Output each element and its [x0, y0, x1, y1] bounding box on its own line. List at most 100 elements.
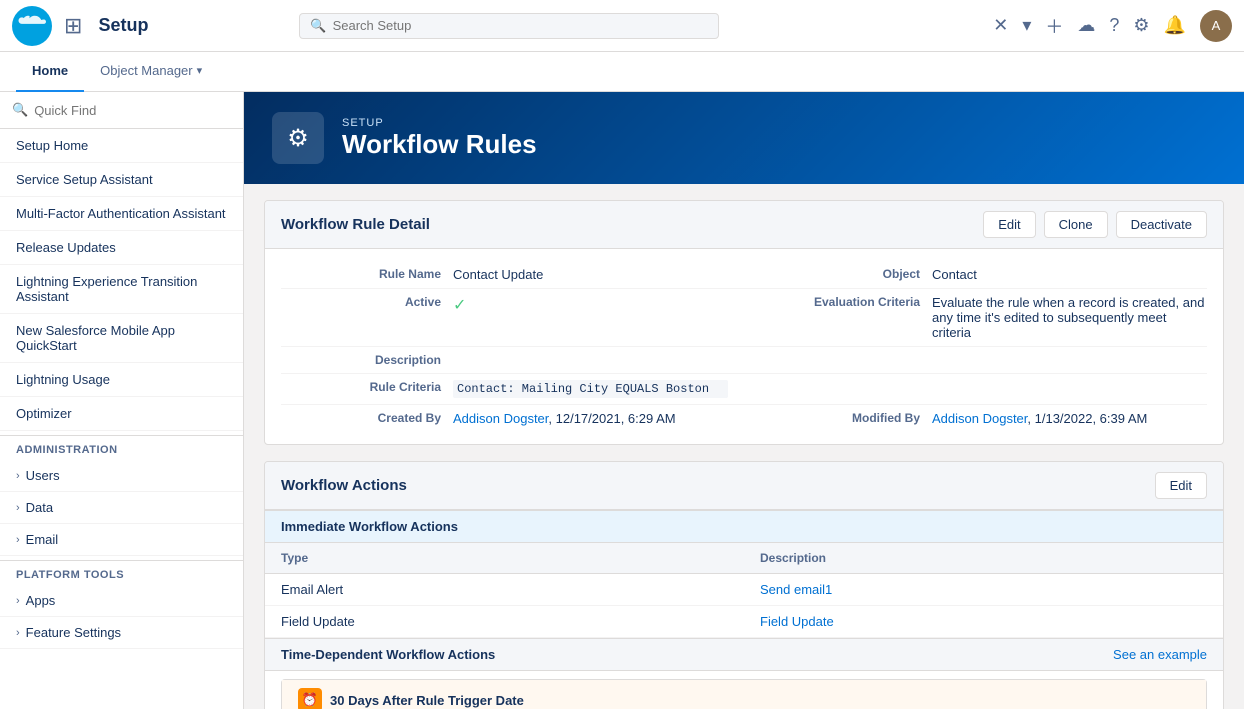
top-navigation: ⊞ Setup 🔍 ✕ ▾ ＋ ☁ ? ⚙ 🔔 A — [0, 0, 1244, 52]
card-header: Workflow Rule Detail Edit Clone Deactiva… — [265, 201, 1223, 249]
card-title: Workflow Rule Detail — [281, 216, 430, 233]
chevron-icon: › — [16, 627, 20, 639]
sidebar-item-lightning-usage[interactable]: Lightning Usage — [0, 363, 243, 397]
time-dependent-title: Time-Dependent Workflow Actions — [281, 647, 495, 662]
chevron-down-icon: ▾ — [197, 64, 203, 77]
avatar[interactable]: A — [1200, 10, 1232, 42]
setup-label: SETUP — [342, 117, 537, 129]
search-icon: 🔍 — [310, 18, 326, 34]
time-dependent-header: Time-Dependent Workflow Actions See an e… — [265, 638, 1223, 671]
sidebar-item-data[interactable]: › Data — [0, 492, 243, 524]
table-header-row: Type Description — [265, 543, 1223, 574]
main-content: ⚙ SETUP Workflow Rules Workflow Rule Det… — [244, 92, 1244, 709]
page-header: ⚙ SETUP Workflow Rules — [244, 92, 1244, 184]
rule-name-value: Contact Update — [453, 267, 728, 282]
workflow-rule-detail-card: Workflow Rule Detail Edit Clone Deactiva… — [264, 200, 1224, 445]
sidebar-search: 🔍 — [0, 92, 243, 129]
detail-row-rule-criteria: Rule Criteria Contact: Mailing City EQUA… — [281, 374, 1207, 405]
search-input[interactable] — [333, 18, 709, 33]
chevron-icon: › — [16, 502, 20, 514]
edit-button[interactable]: Edit — [983, 211, 1035, 238]
detail-table: Rule Name Contact Update Object Contact … — [265, 249, 1223, 444]
page-title: Workflow Rules — [342, 129, 537, 160]
chevron-icon: › — [16, 470, 20, 482]
created-by-value: Addison Dogster, 12/17/2021, 6:29 AM — [453, 411, 728, 426]
page-header-text: SETUP Workflow Rules — [342, 117, 537, 160]
app-title: Setup — [98, 15, 148, 36]
tab-home[interactable]: Home — [16, 52, 84, 92]
active-value: ✓ — [453, 295, 728, 315]
sidebar-item-feature-settings[interactable]: › Feature Settings — [0, 617, 243, 649]
eval-criteria-label: Evaluation Criteria — [740, 295, 920, 309]
second-navigation: Home Object Manager ▾ — [0, 52, 1244, 92]
immediate-actions-table: Type Description Email Alert Send email1… — [265, 543, 1223, 638]
salesforce-logo — [12, 6, 52, 46]
workflow-actions-edit-button[interactable]: Edit — [1155, 472, 1207, 499]
nav-icons: ✕ ▾ ＋ ☁ ? ⚙ 🔔 A — [993, 10, 1232, 42]
add-icon[interactable]: ＋ — [1045, 13, 1063, 39]
object-value: Contact — [932, 267, 1207, 282]
tab-object-manager[interactable]: Object Manager ▾ — [84, 52, 218, 92]
deactivate-button[interactable]: Deactivate — [1116, 211, 1207, 238]
sidebar-item-users[interactable]: › Users — [0, 460, 243, 492]
clone-button[interactable]: Clone — [1044, 211, 1108, 238]
sidebar-section-administration: ADMINISTRATION — [0, 435, 243, 460]
row-description: Send email1 — [744, 574, 1223, 606]
sidebar-item-lightning-transition[interactable]: Lightning Experience Transition Assistan… — [0, 265, 243, 314]
col-type: Type — [265, 543, 744, 574]
dropdown-icon[interactable]: ▾ — [1022, 15, 1031, 36]
detail-row-active: Active ✓ Evaluation Criteria Evaluate th… — [281, 289, 1207, 347]
detail-row-rule-name: Rule Name Contact Update Object Contact — [281, 261, 1207, 289]
sidebar-item-email[interactable]: › Email — [0, 524, 243, 556]
row-type: Email Alert — [265, 574, 744, 606]
rule-criteria-value: Contact: Mailing City EQUALS Boston — [453, 380, 728, 398]
chevron-icon: › — [16, 534, 20, 546]
cloud-icon[interactable]: ☁ — [1077, 15, 1095, 36]
created-by-link[interactable]: Addison Dogster — [453, 411, 548, 426]
sidebar: 🔍 Setup Home Service Setup Assistant Mul… — [0, 92, 244, 709]
active-label: Active — [281, 295, 441, 309]
sidebar-item-service-setup-assistant[interactable]: Service Setup Assistant — [0, 163, 243, 197]
sidebar-section-platform-tools: PLATFORM TOOLS — [0, 560, 243, 585]
see-example-link[interactable]: See an example — [1113, 647, 1207, 662]
bell-icon[interactable]: 🔔 — [1164, 15, 1186, 36]
time-trigger-label: 30 Days After Rule Trigger Date — [330, 693, 524, 708]
time-trigger-header: ⏰ 30 Days After Rule Trigger Date — [282, 680, 1206, 709]
field-update-link[interactable]: Field Update — [760, 614, 834, 629]
content-body: Workflow Rule Detail Edit Clone Deactiva… — [244, 184, 1244, 709]
help-icon[interactable]: ? — [1109, 15, 1119, 36]
immediate-actions-header: Immediate Workflow Actions — [265, 510, 1223, 543]
sidebar-search-input[interactable] — [34, 103, 231, 118]
workflow-actions-header: Workflow Actions Edit — [265, 462, 1223, 510]
sidebar-item-mfa-assistant[interactable]: Multi-Factor Authentication Assistant — [0, 197, 243, 231]
workflow-rules-icon: ⚙ — [272, 112, 324, 164]
grid-icon[interactable]: ⊞ — [64, 13, 82, 39]
modified-by-label: Modified By — [740, 411, 920, 425]
search-bar: 🔍 — [299, 13, 719, 39]
send-email-link[interactable]: Send email1 — [760, 582, 832, 597]
created-by-label: Created By — [281, 411, 441, 425]
settings-icon[interactable]: ⚙ — [1133, 15, 1149, 36]
table-row: Field Update Field Update — [265, 606, 1223, 638]
main-layout: 🔍 Setup Home Service Setup Assistant Mul… — [0, 92, 1244, 709]
row-description: Field Update — [744, 606, 1223, 638]
time-trigger-block: ⏰ 30 Days After Rule Trigger Date Type D… — [281, 679, 1207, 709]
sidebar-item-apps[interactable]: › Apps — [0, 585, 243, 617]
sidebar-item-optimizer[interactable]: Optimizer — [0, 397, 243, 431]
eval-criteria-value: Evaluate the rule when a record is creat… — [932, 295, 1207, 340]
row-type: Field Update — [265, 606, 744, 638]
sidebar-item-setup-home[interactable]: Setup Home — [0, 129, 243, 163]
object-label: Object — [740, 267, 920, 281]
close-icon[interactable]: ✕ — [993, 15, 1008, 36]
sidebar-item-release-updates[interactable]: Release Updates — [0, 231, 243, 265]
sidebar-item-mobile-quickstart[interactable]: New Salesforce Mobile App QuickStart — [0, 314, 243, 363]
rule-criteria-label: Rule Criteria — [281, 380, 441, 394]
modified-by-link[interactable]: Addison Dogster — [932, 411, 1027, 426]
detail-row-description: Description — [281, 347, 1207, 374]
search-icon: 🔍 — [12, 102, 28, 118]
detail-row-created-by: Created By Addison Dogster, 12/17/2021, … — [281, 405, 1207, 432]
description-label: Description — [281, 353, 441, 367]
card-header-actions: Edit Clone Deactivate — [983, 211, 1207, 238]
chevron-icon: › — [16, 595, 20, 607]
col-description: Description — [744, 543, 1223, 574]
